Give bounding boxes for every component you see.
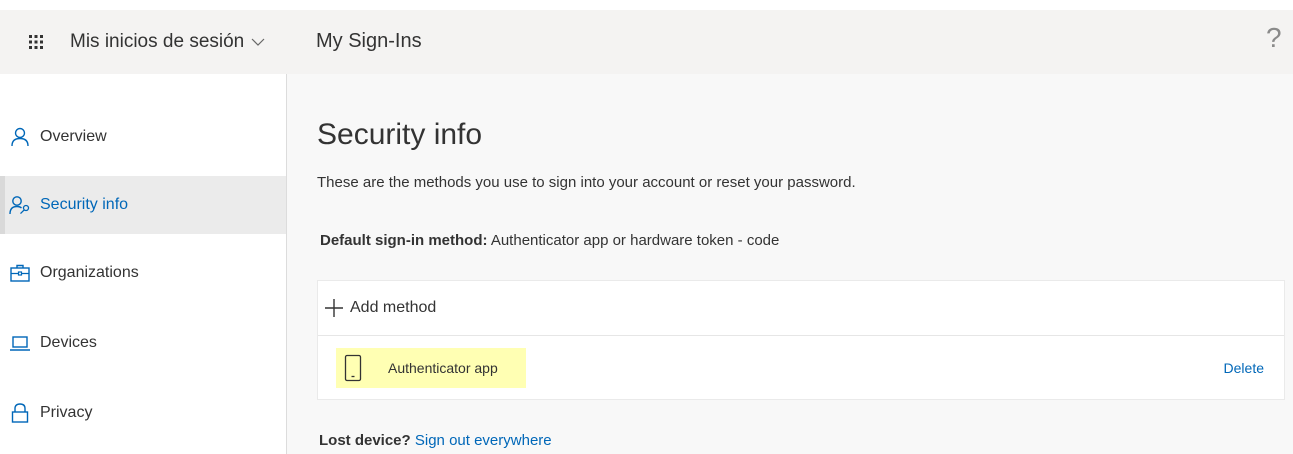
sidebar-item-overview[interactable]: Overview	[0, 108, 286, 166]
sidebar-item-privacy[interactable]: Privacy	[0, 384, 286, 442]
main-content: Security info These are the methods you …	[287, 74, 1293, 454]
phone-icon	[344, 354, 362, 382]
sidebar-item-label: Privacy	[40, 404, 93, 421]
sidebar-item-devices[interactable]: Devices	[0, 314, 286, 372]
methods-card: Add method Authenticator app Delete	[317, 280, 1285, 400]
default-method-value: Authenticator app or hardware token - co…	[487, 232, 780, 249]
page-description: These are the methods you use to sign in…	[317, 174, 856, 191]
app-switcher-dropdown[interactable]: Mis inicios de sesión	[70, 28, 266, 56]
lost-device-section: Lost device? Sign out everywhere	[319, 432, 552, 449]
chevron-down-icon	[251, 38, 265, 46]
sidebar-item-label: Devices	[40, 334, 97, 351]
help-icon[interactable]: ?	[1266, 22, 1282, 54]
sidebar-item-label: Organizations	[40, 264, 139, 281]
sidebar-item-label: Security info	[40, 196, 129, 213]
lost-device-label: Lost device?	[319, 432, 411, 449]
default-sign-in-method: Default sign-in method: Authenticator ap…	[320, 232, 779, 249]
sidebar-nav: Overview Security info Organizations Dev…	[0, 74, 287, 454]
person-icon	[11, 127, 29, 147]
lock-icon	[11, 403, 29, 423]
method-row: Authenticator app Delete	[318, 336, 1284, 400]
page-title: Security info	[317, 118, 483, 151]
header-page-title: My Sign-Ins	[316, 30, 422, 52]
method-name: Authenticator app	[388, 360, 498, 376]
sidebar-item-security-info[interactable]: Security info	[0, 176, 286, 234]
add-method-label: Add method	[350, 299, 437, 316]
sidebar-item-label: Overview	[40, 128, 107, 145]
default-method-label: Default sign-in method:	[320, 232, 488, 249]
person-key-icon	[9, 196, 30, 215]
plus-icon	[325, 299, 343, 317]
add-method-button[interactable]: Add method	[318, 281, 1284, 336]
top-header: Mis inicios de sesión My Sign-Ins ?	[0, 10, 1293, 74]
sign-out-everywhere-link[interactable]: Sign out everywhere	[415, 432, 552, 449]
laptop-icon	[10, 336, 30, 351]
briefcase-icon	[10, 264, 30, 282]
app-launcher-icon[interactable]	[24, 30, 48, 54]
delete-method-link[interactable]: Delete	[1224, 360, 1264, 376]
app-name: Mis inicios de sesión	[70, 31, 245, 52]
sidebar-item-organizations[interactable]: Organizations	[0, 244, 286, 302]
page: Mis inicios de sesión My Sign-Ins ? Over…	[0, 0, 1293, 454]
